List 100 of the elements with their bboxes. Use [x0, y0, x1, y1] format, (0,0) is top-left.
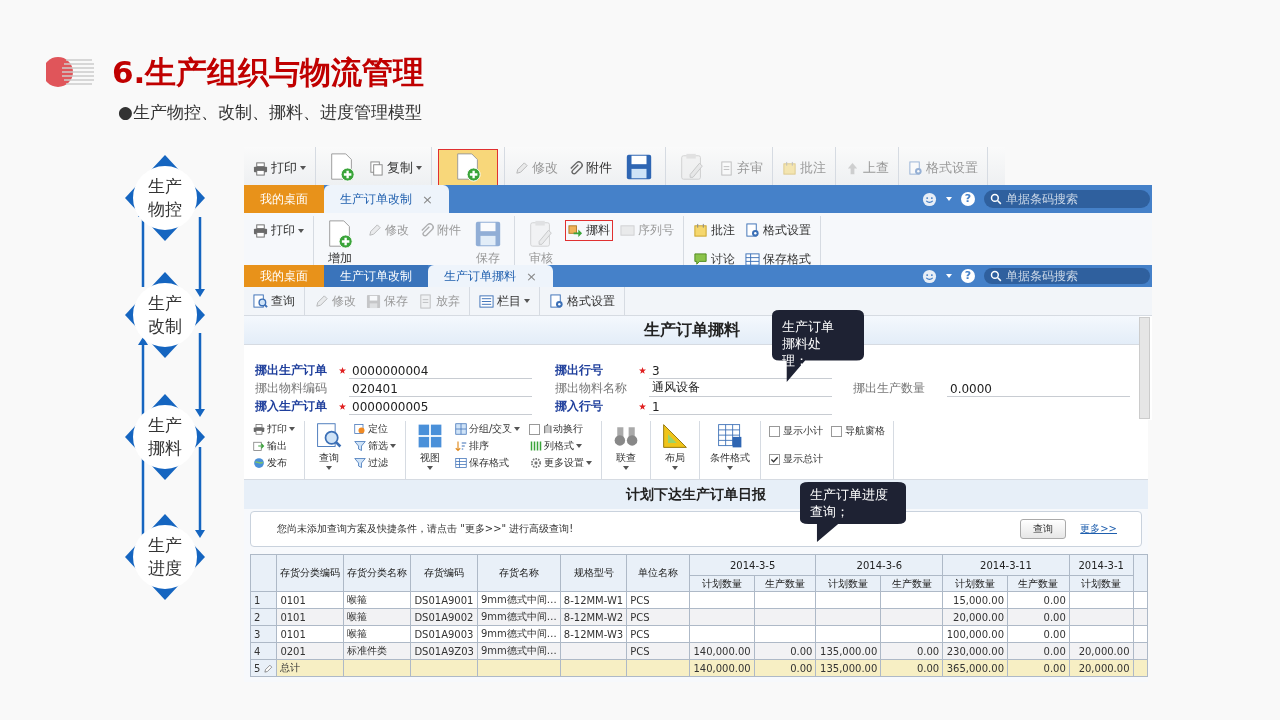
caret-icon	[586, 461, 593, 465]
toolbar-button[interactable]: 联查	[608, 421, 645, 471]
tab[interactable]: 生产订单改制 ×	[324, 185, 449, 213]
input-field[interactable]: 0000000004	[349, 364, 532, 379]
checkbox-label: 自动换行	[543, 422, 584, 436]
note-icon	[782, 160, 797, 176]
search-field[interactable]: 单据条码搜索	[984, 268, 1150, 284]
help-button[interactable]: ?	[961, 269, 975, 283]
toolbar-button[interactable]: 格式设置	[546, 290, 618, 312]
checkbox-label: 导航窗格	[845, 424, 886, 438]
toolbar-button[interactable]: 列格式	[527, 438, 596, 454]
table-cell: 0101	[276, 625, 344, 643]
toolbar-button[interactable]: 查询	[311, 421, 347, 471]
caret-icon	[672, 466, 679, 470]
toolbar-button[interactable]: 条件格式	[706, 421, 755, 471]
caret-icon	[514, 427, 521, 431]
caret-icon	[946, 197, 952, 201]
node-label: 生产物控	[147, 175, 183, 221]
toolbar-button[interactable]: 保存格式	[452, 455, 524, 471]
field-label: 挪出行号	[555, 362, 604, 379]
caret-icon	[416, 166, 422, 170]
toolbar-button[interactable]: 分组/交叉	[452, 421, 524, 437]
input-field[interactable]: 通风设备	[649, 379, 832, 397]
caret-icon	[390, 444, 396, 448]
pencil-icon	[263, 663, 274, 674]
toolbar-button[interactable]: 过滤	[351, 455, 399, 471]
toolbar-button[interactable]: 复制	[366, 157, 425, 179]
caret-icon	[524, 299, 530, 303]
funnel-icon	[354, 440, 366, 452]
globe-icon	[253, 457, 265, 469]
input-field[interactable]: 0000000005	[349, 400, 532, 415]
toolbar-button[interactable]	[438, 149, 498, 185]
floppy-icon	[624, 152, 654, 182]
query-hint: 您尚未添加查询方案及快捷条件，请点击 "更多>>" 进行高级查询!	[277, 522, 574, 536]
search-field[interactable]: 单据条码搜索	[984, 190, 1150, 208]
help-button[interactable]: ?	[961, 192, 975, 206]
slide-subtitle: ●生产物控、改制、挪料、进度管理模型	[118, 101, 423, 124]
column-header: 存货分类名称	[343, 554, 411, 592]
toolbar-button[interactable]: 附件	[565, 157, 615, 179]
checkbox[interactable]	[769, 453, 781, 465]
caret-icon	[576, 444, 583, 448]
toolbar-button[interactable]: 讨论	[690, 249, 738, 265]
columns-icon	[530, 440, 543, 452]
funnel-icon	[354, 457, 366, 469]
checkbox[interactable]	[529, 423, 541, 435]
sort-icon	[455, 440, 467, 452]
toolbar-button[interactable]: 输出	[250, 438, 298, 454]
input-field[interactable]: 1	[649, 400, 832, 415]
toolbar-button[interactable]: 排序	[452, 438, 524, 454]
scrollbar[interactable]	[1139, 317, 1150, 419]
callout: 生产订单进度查询；	[800, 482, 906, 542]
list-icon	[479, 293, 494, 309]
field-label: 挪入生产订单	[255, 398, 328, 415]
printer-icon	[253, 160, 268, 176]
gear-document-icon	[745, 223, 760, 238]
toolbar-button[interactable]: 布局	[657, 421, 694, 471]
table-cell: 喉箍	[343, 591, 411, 609]
export-icon	[253, 440, 265, 452]
toolbar-button[interactable]: 发布	[250, 455, 298, 471]
toolbar-button[interactable]: 打印	[250, 220, 307, 241]
logo-icon	[46, 56, 96, 88]
caret-icon	[946, 274, 952, 278]
more-link[interactable]: 更多>>	[1080, 522, 1117, 536]
checkbox[interactable]	[769, 425, 781, 437]
toolbar-button[interactable]: 保存格式	[742, 249, 814, 265]
toolbar-button[interactable]: 打印	[250, 157, 309, 179]
table-cell: PCS	[626, 591, 690, 609]
toolbar-button[interactable]: 格式设置	[742, 220, 814, 241]
column-header: 存货分类编码	[276, 554, 344, 592]
field-label: 挪出物料编码	[255, 380, 328, 397]
toolbar-button[interactable]: 查询	[250, 290, 298, 312]
table-cell: 9mm德式中间…	[477, 625, 561, 643]
toolbar-button[interactable]: 更多设置	[527, 455, 596, 471]
gear-icon	[530, 457, 543, 469]
field-label: 挪入行号	[555, 398, 604, 415]
table-cell: 100,000.00	[942, 625, 1008, 643]
toolbar-button[interactable]: 打印	[250, 421, 298, 437]
toolbar-button[interactable]: 批注	[690, 220, 738, 241]
node-label: 生产进度	[147, 534, 183, 580]
pencil-icon	[314, 293, 329, 309]
printer-icon	[253, 223, 268, 238]
checkbox[interactable]	[831, 425, 843, 437]
toolbar-button[interactable]: 视图	[412, 421, 448, 471]
input-field[interactable]: 0.0000	[947, 382, 1130, 397]
toolbar-button[interactable]: 挪料	[565, 220, 613, 241]
column-header: 2014-3-1	[1069, 554, 1134, 576]
toolbar-button[interactable]: 筛选	[351, 438, 399, 454]
table-icon	[455, 457, 467, 469]
query-button[interactable]: 查询	[1020, 519, 1067, 539]
floppy-icon	[366, 293, 381, 309]
field-label: 挪出生产数量	[853, 380, 926, 397]
caret-icon	[623, 466, 630, 470]
tab[interactable]: 生产订单挪料 ×	[428, 265, 553, 287]
box-arrow-icon	[568, 223, 583, 238]
toolbar-button[interactable]: 栏目	[476, 290, 533, 312]
tab[interactable]: 生产订单改制	[324, 265, 428, 287]
input-field[interactable]: 020401	[349, 382, 532, 397]
slide-title: 6.生产组织与物流管理	[112, 53, 425, 92]
column-header: 2014-3-5	[689, 554, 816, 576]
toolbar-button[interactable]: 定位	[351, 421, 399, 437]
